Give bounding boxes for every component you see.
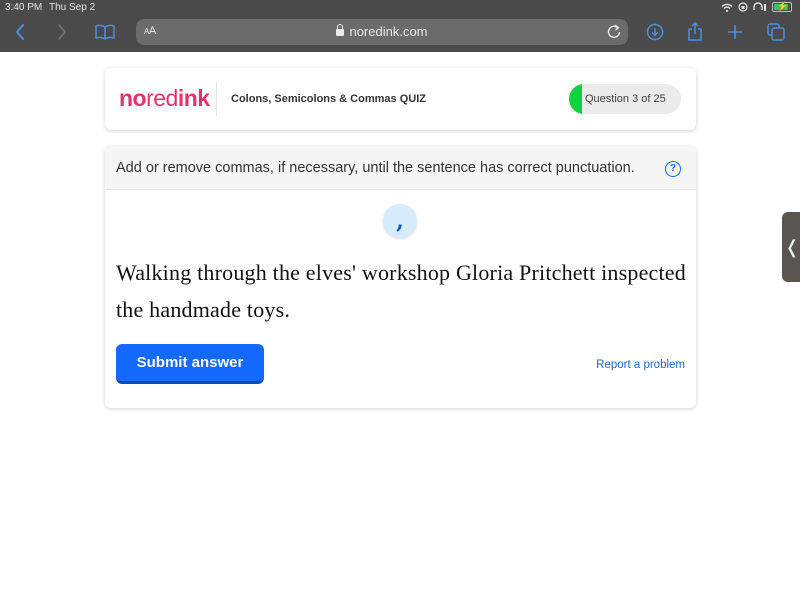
- tabs-overview-button[interactable]: [764, 20, 788, 44]
- status-date: Thu Sep 2: [49, 2, 96, 13]
- header-divider: [216, 82, 217, 116]
- reload-icon: [607, 24, 621, 38]
- battery-icon: ⚡: [772, 1, 792, 12]
- quiz-sentence[interactable]: Walking through the elves' workshop Glor…: [116, 254, 686, 328]
- report-problem-link[interactable]: Report a problem: [596, 359, 685, 371]
- new-tab-button[interactable]: [723, 20, 747, 44]
- browser-chrome: 3:40 PM Thu Sep 2 ⚡ AA noredink.com: [0, 0, 800, 52]
- lock-icon: [336, 24, 345, 36]
- page-content: noredink Colons, Semicolons & Commas QUI…: [0, 52, 800, 600]
- url-host[interactable]: noredink.com: [136, 24, 628, 39]
- downloads-button[interactable]: [643, 20, 667, 44]
- noredink-logo[interactable]: noredink: [119, 85, 210, 112]
- orientation-lock-icon: [738, 2, 748, 12]
- prompt-bar: Add or remove commas, if necessary, unti…: [105, 146, 696, 190]
- progress-label: Question 3 of 25: [585, 93, 666, 105]
- wifi-icon: [721, 3, 733, 12]
- bookmarks-button[interactable]: [93, 20, 117, 44]
- comma-tool[interactable]: ,: [383, 204, 417, 238]
- question-card: Add or remove commas, if necessary, unti…: [105, 146, 696, 408]
- download-icon: [646, 23, 664, 41]
- status-icons: ⚡: [721, 1, 792, 12]
- status-bar: 3:40 PM Thu Sep 2 ⚡: [0, 0, 800, 16]
- status-time: 3:40 PM: [5, 2, 43, 13]
- question-progress: Question 3 of 25: [569, 84, 681, 114]
- chevron-left-icon: ❬: [784, 236, 800, 257]
- forward-button[interactable]: [50, 20, 74, 44]
- submit-answer-button[interactable]: Submit answer: [116, 344, 264, 384]
- chevron-right-icon: [58, 24, 67, 40]
- quiz-header: noredink Colons, Semicolons & Commas QUI…: [105, 68, 696, 130]
- address-bar[interactable]: AA noredink.com: [136, 19, 628, 45]
- progress-fill: [569, 84, 583, 114]
- plus-icon: [728, 25, 742, 39]
- question-prompt: Add or remove commas, if necessary, unti…: [116, 160, 635, 176]
- book-icon: [95, 24, 115, 40]
- back-button[interactable]: [8, 20, 32, 44]
- reload-button[interactable]: [606, 23, 622, 44]
- tabs-icon: [767, 23, 785, 41]
- help-icon[interactable]: ?: [665, 161, 681, 177]
- share-icon: [688, 22, 702, 41]
- chevron-left-icon: [15, 24, 24, 40]
- headphones-icon: [753, 2, 766, 11]
- quiz-title: Colons, Semicolons & Commas QUIZ: [231, 93, 426, 105]
- side-panel-handle[interactable]: ❬: [782, 212, 800, 282]
- share-button[interactable]: [683, 20, 707, 44]
